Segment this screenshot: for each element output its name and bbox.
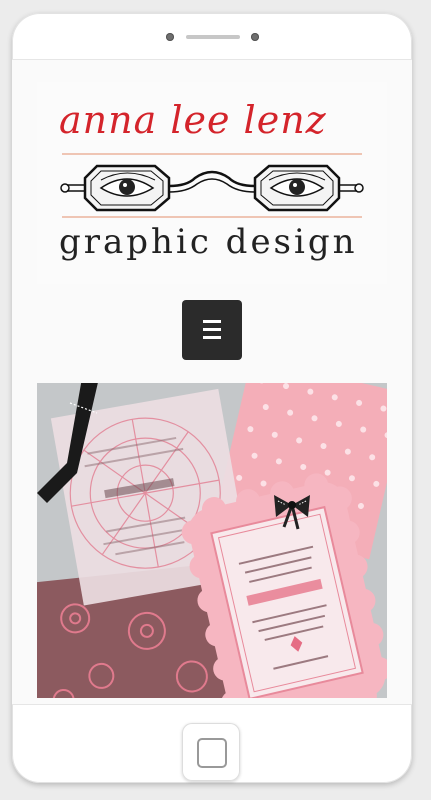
sensor-icon (251, 33, 259, 41)
front-camera-icon (166, 33, 174, 41)
featured-invitation-photo (37, 383, 387, 698)
speaker-grille (186, 35, 240, 39)
phone-frame: anna lee lenz graphic design (12, 13, 412, 783)
phone-top-bezel (12, 13, 412, 59)
logo-subtitle: graphic design (59, 222, 358, 262)
phone-screen: anna lee lenz graphic design (12, 59, 412, 705)
menu-toggle-button[interactable] (182, 300, 242, 360)
home-square-icon (197, 738, 227, 768)
hamburger-menu-icon (203, 320, 221, 323)
site-logo[interactable]: anna lee lenz graphic design (37, 82, 387, 284)
invitation-photo-art (37, 383, 387, 698)
home-button-icon[interactable] (182, 723, 240, 781)
phone-bottom-bezel (12, 704, 412, 783)
